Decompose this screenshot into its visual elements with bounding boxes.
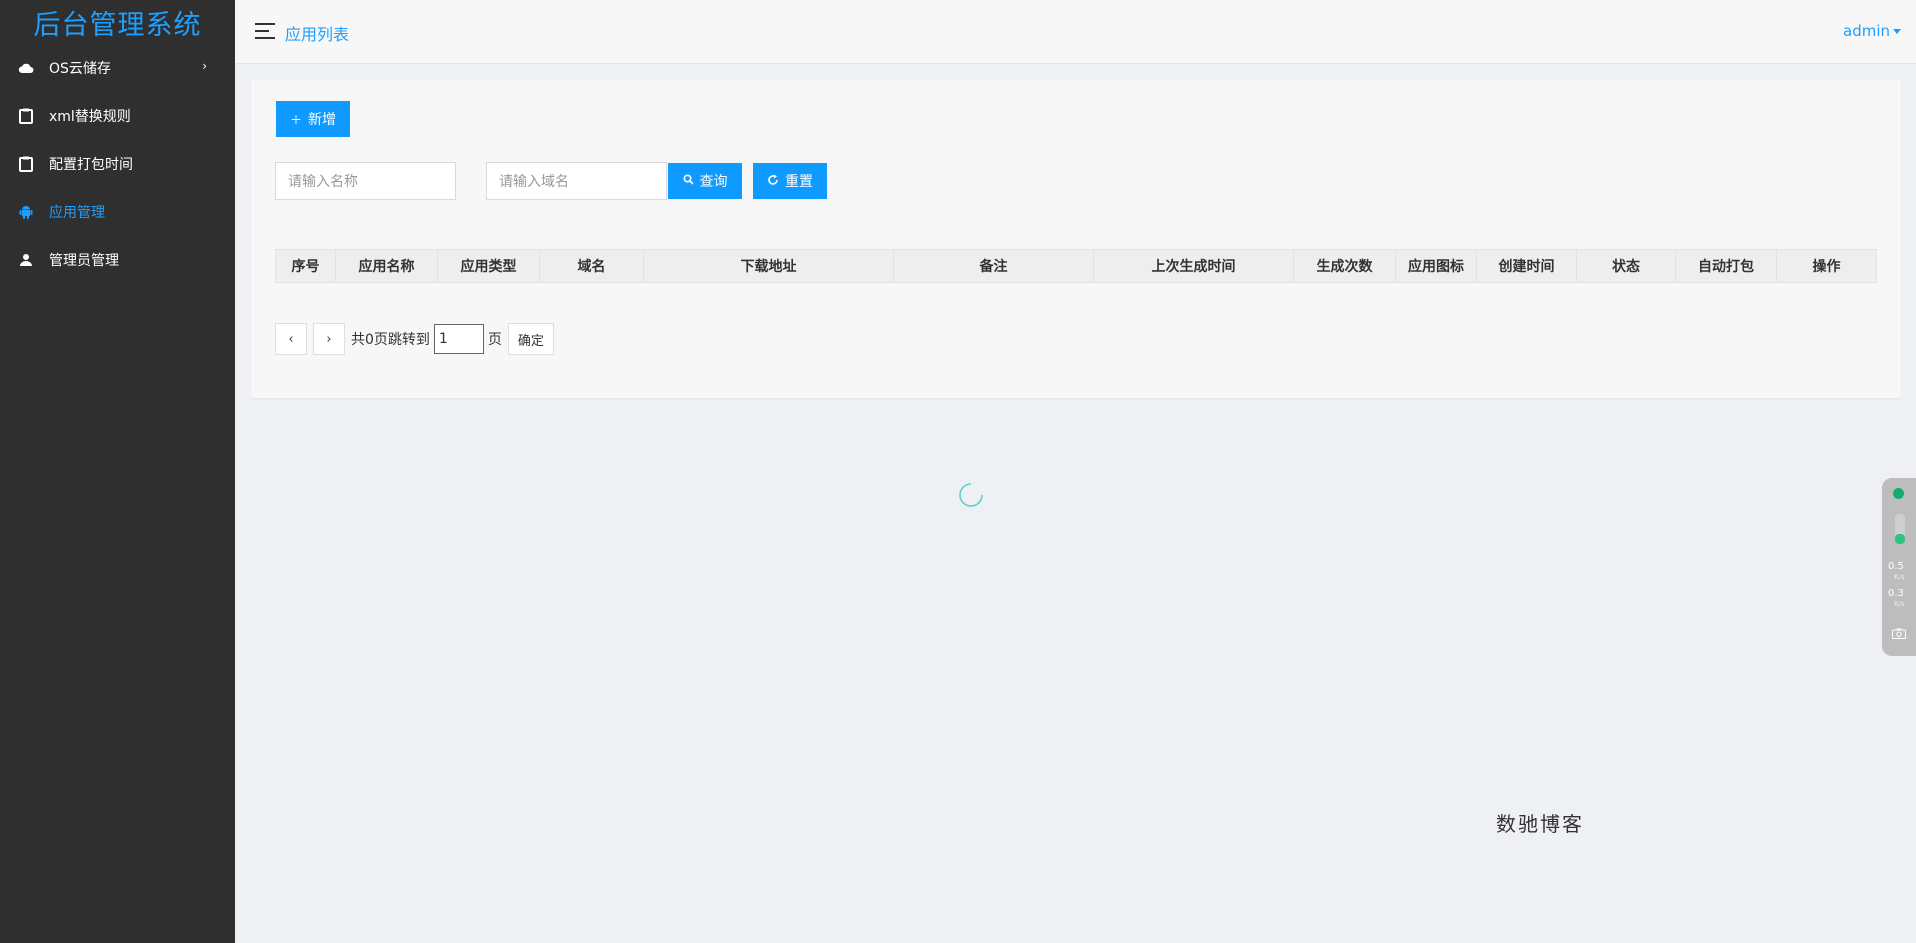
page-confirm-button[interactable]: 确定	[507, 323, 554, 355]
download-speed-unit: K/s	[1894, 600, 1905, 608]
reset-button[interactable]: 重置	[753, 163, 827, 199]
status-dot-icon	[1893, 488, 1904, 499]
query-button[interactable]: 查询	[668, 163, 742, 199]
column-header[interactable]: 操作	[1777, 250, 1876, 282]
page-suffix: 页	[487, 332, 502, 348]
add-button[interactable]: ＋ 新增	[276, 101, 350, 137]
upload-speed: 0.5 K/s	[1888, 562, 1905, 582]
sidebar-item-os-storage[interactable]: OS云储存 ›	[0, 44, 235, 92]
clipboard-icon	[18, 108, 34, 124]
page-total-text: 共0页跳转到	[351, 332, 430, 348]
refresh-icon	[767, 174, 779, 189]
prev-page-button[interactable]: ‹	[275, 323, 307, 355]
sidebar-item-xml-rules[interactable]: xml替换规则	[0, 92, 235, 140]
download-speed: 0.3 K/s	[1888, 589, 1905, 609]
sidebar-item-pack-time[interactable]: 配置打包时间	[0, 140, 235, 188]
add-button-label: 新增	[308, 111, 336, 127]
domain-search-input[interactable]: 请输入域名	[486, 162, 667, 200]
domain-search-placeholder: 请输入域名	[499, 174, 569, 190]
sidebar-item-label: 配置打包时间	[49, 157, 133, 173]
column-header[interactable]: 应用图标	[1396, 250, 1477, 282]
column-header[interactable]: 生成次数	[1294, 250, 1396, 282]
upload-speed-value: 0.5	[1888, 561, 1904, 572]
column-header[interactable]: 上次生成时间	[1094, 250, 1294, 282]
usage-bar	[1895, 514, 1905, 544]
sidebar-item-label: 应用管理	[49, 205, 105, 221]
column-header[interactable]: 自动打包	[1676, 250, 1777, 282]
clipboard-icon	[18, 156, 34, 172]
loading-spinner-icon	[956, 480, 986, 510]
column-header[interactable]: 应用名称	[336, 250, 438, 282]
column-header[interactable]: 状态	[1577, 250, 1676, 282]
column-header[interactable]: 应用类型	[438, 250, 540, 282]
username: admin	[1843, 22, 1890, 40]
name-search-placeholder: 请输入名称	[288, 174, 358, 190]
watermark-text: 数驰博客	[1496, 812, 1584, 836]
sidebar-item-app-management[interactable]: 应用管理	[0, 188, 235, 236]
sidebar-item-label: 管理员管理	[49, 253, 119, 269]
sidebar-item-admin-management[interactable]: 管理员管理	[0, 236, 235, 284]
camera-icon[interactable]	[1892, 627, 1906, 639]
sidebar-item-label: xml替换规则	[49, 109, 131, 125]
query-button-label: 查询	[699, 173, 728, 189]
sidebar: 后台管理系统 OS云储存 › xml替换规则 配置打包时间 应用管理 管理员管理	[0, 0, 235, 943]
top-header: 应用列表 admin	[235, 0, 1916, 64]
search-icon	[682, 174, 694, 188]
pagination: ‹ › 共0页跳转到 1 页 确定	[275, 323, 554, 355]
column-header[interactable]: 域名	[540, 250, 644, 282]
page-number-input[interactable]: 1	[433, 324, 484, 354]
menu-toggle-icon[interactable]	[255, 23, 275, 39]
brand-title: 后台管理系统	[33, 9, 202, 41]
name-search-input[interactable]: 请输入名称	[275, 162, 456, 200]
sidebar-item-label: OS云储存	[49, 61, 111, 77]
network-speed-widget[interactable]: 0.5 K/s 0.3 K/s	[1882, 478, 1916, 656]
plus-icon: ＋	[289, 112, 302, 127]
reset-button-label: 重置	[785, 173, 813, 189]
user-icon	[18, 252, 34, 268]
next-page-button[interactable]: ›	[313, 323, 345, 355]
page-title: 应用列表	[285, 25, 350, 44]
column-header[interactable]: 序号	[276, 250, 336, 282]
android-icon	[18, 204, 34, 220]
cloud-icon	[18, 60, 34, 76]
column-header[interactable]: 创建时间	[1477, 250, 1577, 282]
app-table-header: 序号 应用名称 应用类型 域名 下载地址 备注 上次生成时间 生成次数 应用图标…	[275, 249, 1877, 283]
column-header[interactable]: 下载地址	[644, 250, 894, 282]
content-card: ＋ 新增 请输入名称 请输入域名 查询 重置 序号 应用名称 应用类型 域名 下…	[251, 80, 1901, 398]
user-menu[interactable]: admin	[1843, 22, 1901, 40]
column-header[interactable]: 备注	[894, 250, 1094, 282]
caret-down-icon	[1893, 29, 1901, 34]
upload-speed-unit: K/s	[1894, 573, 1905, 581]
chevron-right-icon: ›	[202, 59, 207, 73]
download-speed-value: 0.3	[1888, 588, 1904, 599]
